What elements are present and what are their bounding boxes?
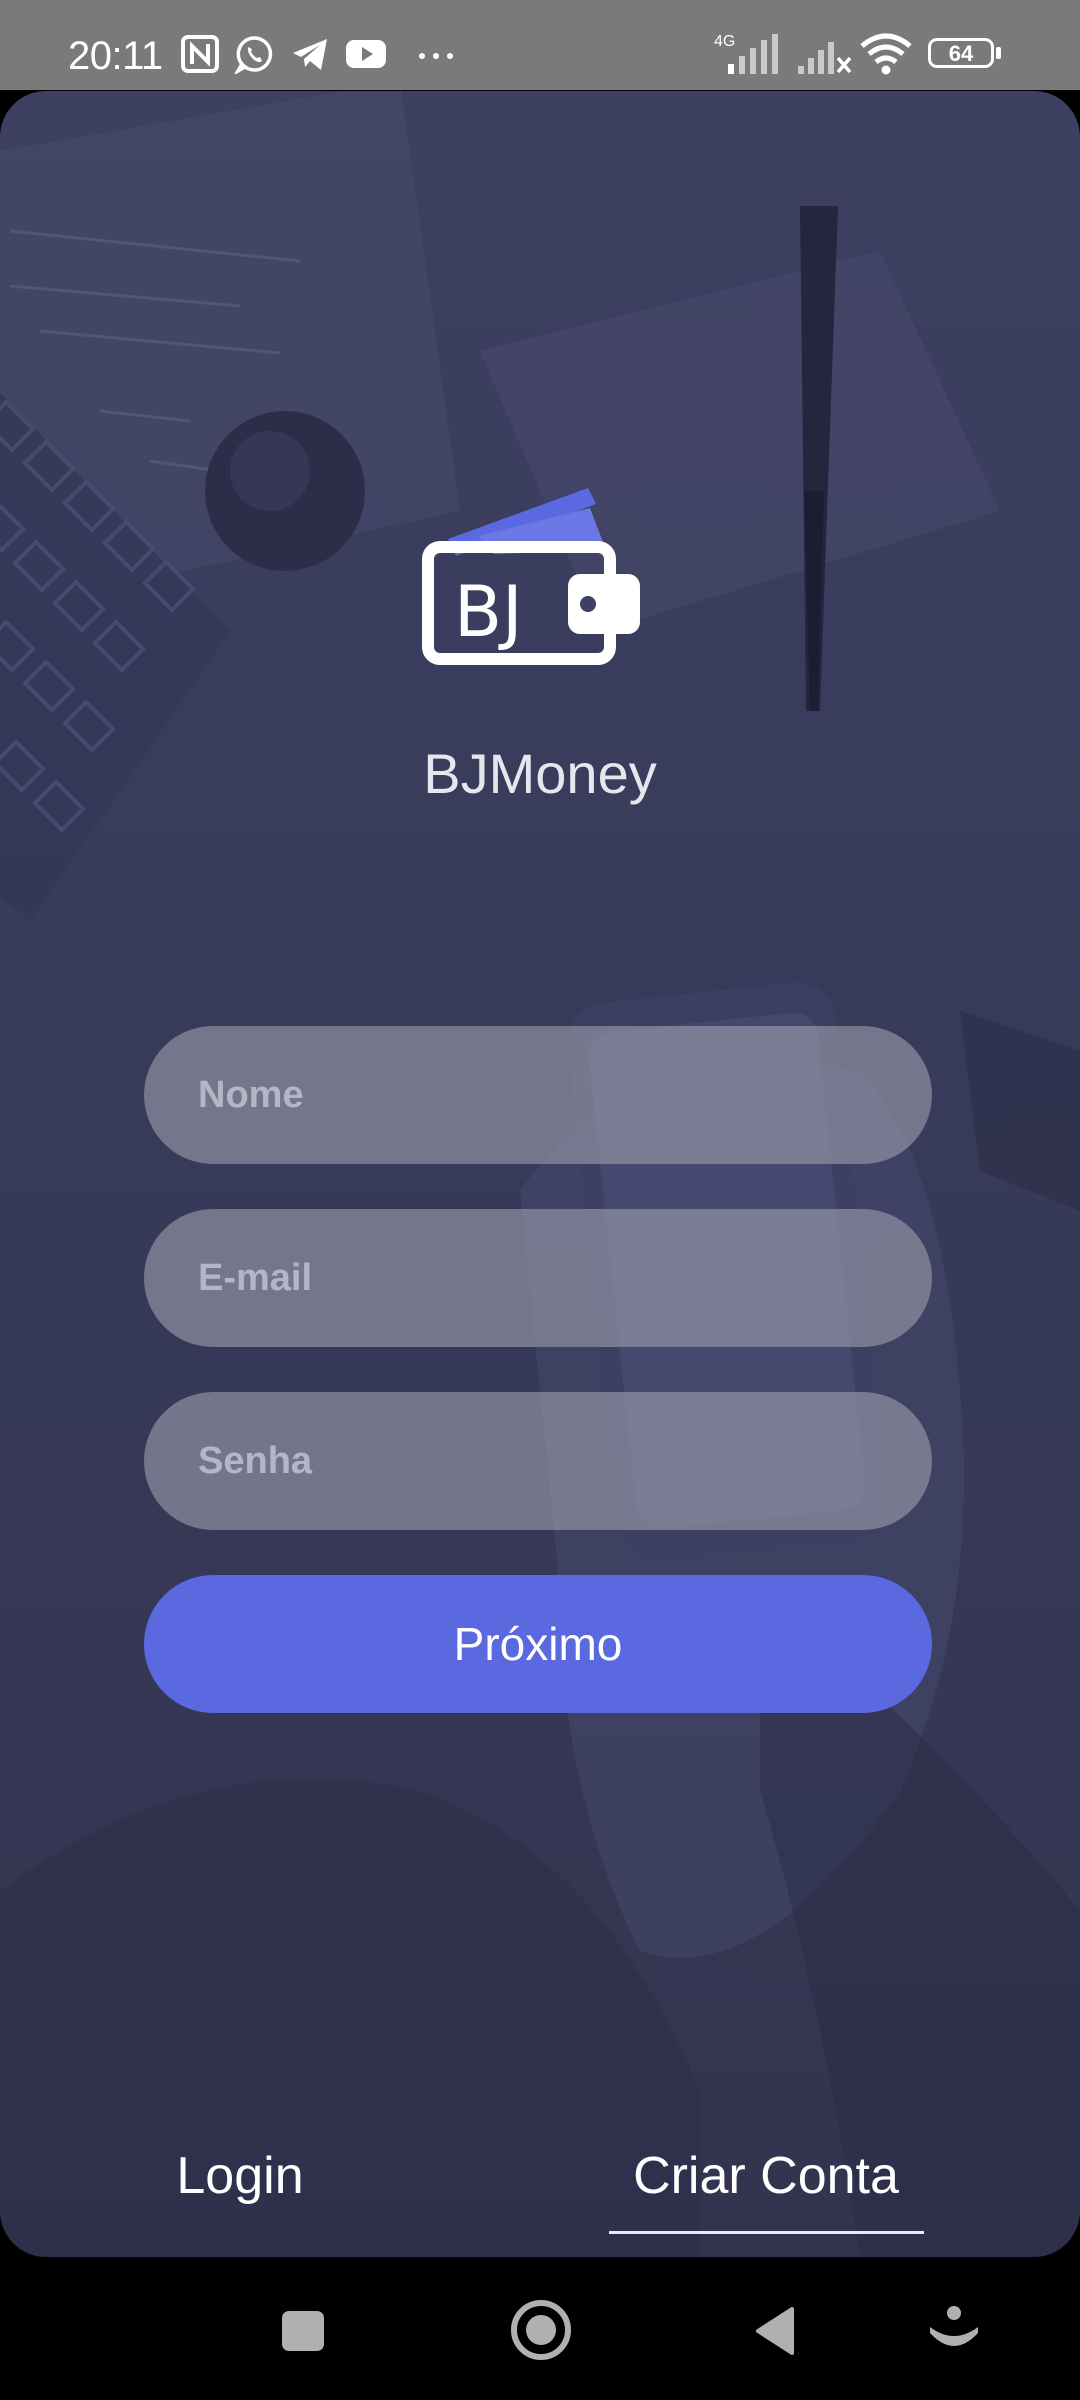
status-bar: 20:11 4G 64: [0, 0, 1080, 90]
whatsapp-icon: [234, 36, 273, 74]
app-screen: 20:11 4G 64 BJ BJMoney Nome E-mail Próxi…: [0, 0, 1080, 2400]
password-field[interactable]: [144, 1392, 932, 1530]
app-card: BJ BJMoney Próximo Login Criar Conta: [0, 91, 1080, 2257]
tab-create-account[interactable]: Criar Conta: [608, 2146, 924, 2206]
password-input[interactable]: [198, 1439, 932, 1483]
next-button-label: Próximo: [453, 1618, 623, 1670]
assistant-icon[interactable]: [924, 2301, 984, 2361]
network-type-label: 4G: [714, 33, 735, 50]
home-circle-icon[interactable]: [508, 2297, 574, 2363]
next-button[interactable]: Próximo: [144, 1575, 932, 1713]
battery-level: 64: [948, 41, 974, 66]
brand-name: BJMoney: [423, 742, 657, 805]
name-input[interactable]: [198, 1073, 932, 1117]
battery-icon: 64: [928, 38, 1002, 72]
wifi-icon: [860, 33, 912, 75]
youtube-icon: [346, 40, 386, 68]
name-field[interactable]: [144, 1026, 932, 1164]
wallet-logo-icon: BJ: [422, 488, 640, 665]
signal-icon: 4G: [714, 33, 778, 74]
recents-square-icon[interactable]: [274, 2301, 334, 2361]
back-triangle-icon[interactable]: [748, 2301, 808, 2361]
signal-no-service-icon: [798, 42, 852, 74]
email-field[interactable]: [144, 1209, 932, 1347]
selected-tab-indicator: [609, 2231, 924, 2234]
more-notifications-icon: [419, 53, 453, 59]
logo-text: BJ: [454, 571, 523, 653]
system-navigation-bar: [0, 2257, 1080, 2400]
status-time: 20:11: [68, 34, 163, 78]
telegram-icon: [293, 39, 327, 70]
background-photo: [0, 91, 1080, 2257]
tab-login[interactable]: Login: [150, 2146, 330, 2206]
nfc-icon: [181, 35, 219, 73]
email-input[interactable]: [198, 1256, 932, 1300]
